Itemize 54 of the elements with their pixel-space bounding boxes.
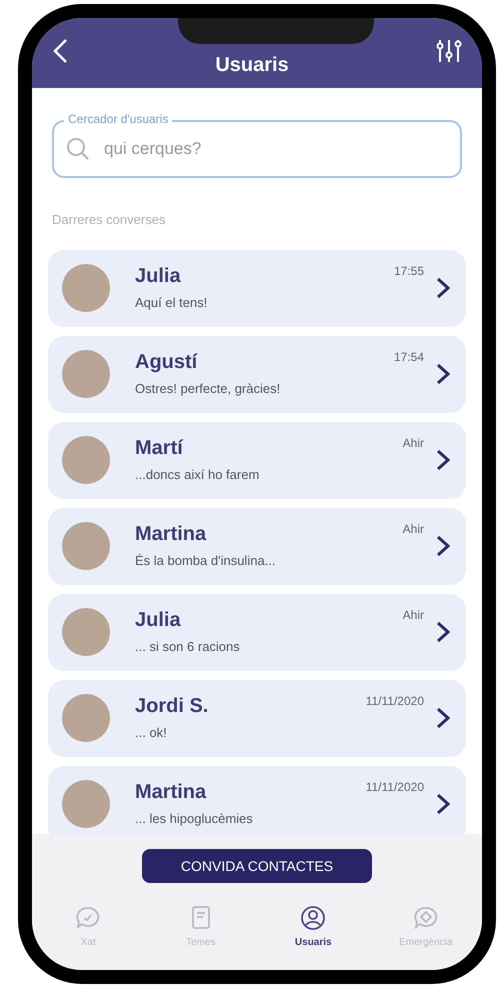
avatar (62, 436, 110, 484)
chevron-right-icon (436, 621, 450, 643)
conversation-card[interactable]: Julia Aquí el tens! 17:55 (48, 250, 466, 326)
chevron-right-icon (436, 449, 450, 471)
sliders-icon (436, 38, 462, 64)
chevron-right-icon (436, 793, 450, 815)
last-message: ...doncs així ho farem (135, 466, 260, 484)
last-message: ... ok! (135, 724, 168, 742)
conversation-card[interactable]: Martí ...doncs així ho farem Ahir (48, 422, 466, 498)
chat-icon (75, 905, 102, 931)
message-time: 11/11/2020 (366, 778, 424, 796)
invite-button[interactable]: CONVIDA CONTACTES (142, 849, 372, 883)
nav-tab[interactable]: Usuaris (257, 905, 370, 950)
chevron-right-icon (436, 363, 450, 385)
avatar (62, 264, 110, 312)
message-time: 17:55 (394, 262, 424, 280)
section-title: Darreres converses (52, 211, 166, 229)
avatar (62, 350, 110, 398)
avatar (62, 608, 110, 656)
contact-name: Martina (135, 780, 208, 805)
contact-name: Agustí (135, 350, 199, 375)
contact-name: Julia (135, 264, 182, 289)
emergency-icon (412, 905, 439, 931)
search-icon (66, 137, 90, 161)
conversation-card[interactable]: Martina ... les hipoglucèmies 11/11/2020 (48, 766, 466, 834)
conversation-card[interactable]: Julia ... si son 6 racions Ahir (48, 594, 466, 670)
users-icon (300, 905, 326, 931)
last-message: Aquí el tens! (135, 294, 208, 312)
message-time: Ahir (402, 606, 424, 624)
last-message: És la bomba d'insulina... (135, 552, 277, 570)
contact-name: Julia (135, 608, 182, 633)
message-time: Ahir (402, 520, 424, 538)
contact-name: Jordi S. (135, 694, 210, 719)
conversation-card[interactable]: Martina És la bomba d'insulina... Ahir (48, 508, 466, 584)
chevron-right-icon (436, 535, 450, 557)
settings-button[interactable] (436, 38, 462, 64)
last-message: ... si son 6 racions (135, 638, 241, 656)
contact-name: Martí (135, 436, 184, 461)
message-time: Ahir (402, 434, 424, 452)
last-message: ... les hipoglucèmies (135, 810, 254, 828)
last-message: Ostres! perfecte, gràcies! (135, 380, 282, 398)
screen-title: Usuaris (215, 53, 289, 78)
avatar (62, 780, 110, 828)
back-icon (52, 38, 68, 64)
back-button[interactable] (52, 38, 68, 64)
message-time: 17:54 (394, 348, 424, 366)
chevron-right-icon (436, 707, 450, 729)
message-time: 11/11/2020 (366, 692, 424, 710)
conversation-card[interactable]: Jordi S. ... ok! 11/11/2020 (48, 680, 466, 756)
avatar (62, 694, 110, 742)
conversation-card[interactable]: Agustí Ostres! perfecte, gràcies! 17:54 (48, 336, 466, 412)
avatar (62, 522, 110, 570)
chevron-right-icon (436, 277, 450, 299)
contact-name: Martina (135, 522, 208, 547)
